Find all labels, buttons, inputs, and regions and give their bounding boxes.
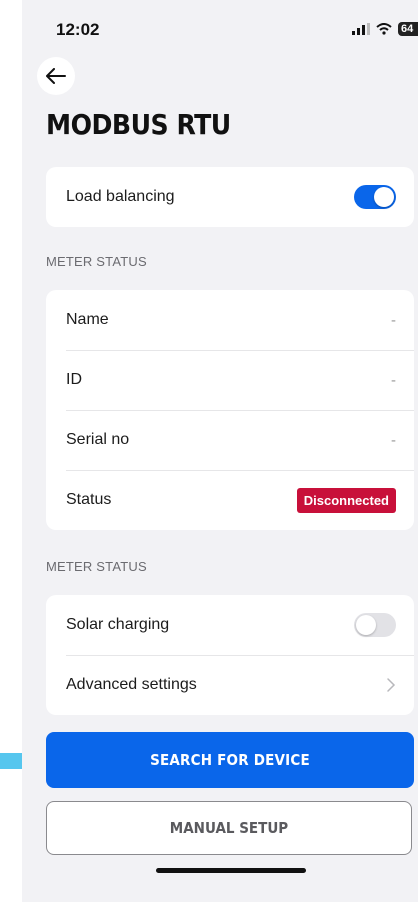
meter-row-status: Status Disconnected — [46, 470, 414, 530]
settings-card: Solar charging Advanced settings — [46, 595, 414, 715]
wifi-icon — [376, 23, 392, 35]
load-balancing-row[interactable]: Load balancing — [46, 167, 414, 227]
load-balancing-toggle[interactable] — [354, 185, 396, 209]
meter-status-label: Status — [66, 491, 112, 508]
load-balancing-card: Load balancing — [46, 167, 414, 227]
meter-row-name: Name - — [46, 290, 414, 350]
status-time: 12:02 — [56, 20, 100, 39]
solar-charging-toggle[interactable] — [354, 613, 396, 637]
meter-id-value: - — [391, 371, 396, 389]
app-screen: 12:02 64 MODBUS RTU Load balancing METER… — [22, 0, 418, 902]
solar-charging-label: Solar charging — [66, 616, 170, 633]
status-badge: Disconnected — [296, 487, 396, 513]
meter-id-label: ID — [66, 371, 82, 388]
chevron-right-icon — [387, 678, 396, 692]
home-indicator — [156, 868, 306, 873]
status-icons: 64 — [352, 22, 418, 36]
solar-charging-row[interactable]: Solar charging — [46, 595, 414, 655]
advanced-settings-row[interactable]: Advanced settings — [46, 655, 414, 715]
settings-heading: METER STATUS — [46, 559, 147, 574]
manual-setup-button[interactable]: MANUAL SETUP — [46, 801, 412, 855]
meter-name-label: Name — [66, 311, 109, 328]
meter-status-card: Name - ID - Serial no - Status Disconnec… — [46, 290, 414, 530]
battery-icon: 64 — [398, 22, 418, 36]
meter-name-value: - — [391, 311, 396, 329]
advanced-settings-label: Advanced settings — [66, 676, 197, 693]
status-bar: 12:02 64 — [22, 0, 418, 56]
page-title: MODBUS RTU — [46, 108, 231, 141]
signal-icon — [352, 23, 370, 35]
meter-serial-label: Serial no — [66, 431, 130, 448]
meter-serial-value: - — [391, 431, 396, 449]
meter-status-heading: METER STATUS — [46, 254, 147, 269]
meter-row-serial: Serial no - — [46, 410, 414, 470]
arrow-left-icon — [46, 68, 66, 84]
back-button[interactable] — [37, 57, 75, 95]
search-for-device-button[interactable]: SEARCH FOR DEVICE — [46, 732, 414, 788]
load-balancing-label: Load balancing — [66, 188, 175, 205]
meter-row-id: ID - — [46, 350, 414, 410]
